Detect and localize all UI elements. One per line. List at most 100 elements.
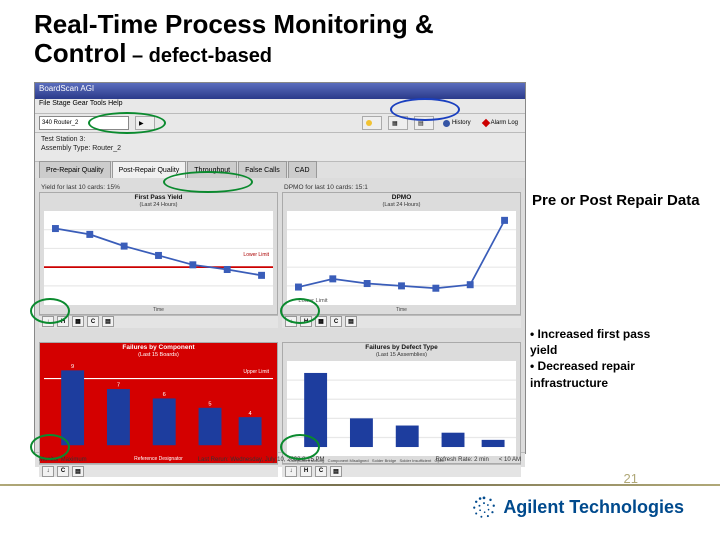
arrow-down-icon[interactable]: ↓ — [285, 316, 297, 327]
chart-subtitle: (Last 15 Assemblies) — [283, 352, 520, 359]
panel-failures-component: Failures by Component (Last 15 Boards) — [39, 332, 278, 478]
chart-subtitle: (Last 15 Boards) — [40, 352, 277, 359]
chart-title: DPMO — [283, 193, 520, 202]
callout-benefits: • Increased first pass yield • Decreased… — [530, 326, 710, 391]
panel-btn-q[interactable]: ▤ — [345, 316, 357, 327]
clock-icon — [443, 120, 450, 127]
panel-first-pass-yield: Yield for last 10 cards: 15% First Pass … — [39, 182, 278, 328]
chart-title: Failures by Defect Type — [283, 343, 520, 352]
lower-limit-label: Lower Limit — [243, 252, 269, 258]
alarm-log-button[interactable]: Alarm Log — [480, 117, 521, 129]
chart-plot — [287, 361, 516, 457]
info-line: Test Station 3: — [41, 135, 519, 144]
panel-footer: ↓ C ▤ — [39, 464, 278, 477]
panel-footer: ↓ H C ▤ — [282, 464, 521, 477]
agilent-starburst-icon — [471, 494, 497, 520]
panel-btn-q[interactable]: ▤ — [72, 466, 84, 477]
benefit-line: infrastructure — [530, 375, 710, 391]
svg-text:4: 4 — [249, 411, 253, 417]
title-sub: – defect-based — [126, 45, 272, 67]
toolbar-button[interactable]: ▶ — [135, 116, 155, 130]
panel-btn-h[interactable]: H — [300, 466, 312, 477]
panel-titlebar: DPMO for last 10 cards: 15:1 — [282, 182, 521, 192]
arrow-down-icon[interactable]: ↓ — [285, 466, 297, 477]
benefit-line: • Increased first pass — [530, 326, 710, 342]
panel-btn-q[interactable]: ▤ — [102, 316, 114, 327]
tab-pre-repair[interactable]: Pre-Repair Quality — [39, 161, 111, 178]
combo-value: 340 Router_2 — [42, 120, 78, 126]
toolbar-button[interactable]: ▤ — [414, 116, 434, 130]
svg-text:5: 5 — [208, 401, 211, 407]
history-label: History — [452, 120, 471, 126]
app-toolbar: 340 Router_2 ▶ ▦ ▤ History Alarm Log — [35, 114, 525, 133]
arrow-down-icon[interactable]: ↓ — [42, 466, 54, 477]
chart-area: Failures by Component (Last 15 Boards) — [39, 342, 278, 465]
chart-plot: Lower Limit — [44, 211, 273, 305]
upper-limit-label: Upper Limit — [243, 369, 269, 375]
slide-title: Real-Time Process Monitoring & Control –… — [34, 10, 514, 67]
panel-footer: ↓ H ▦ C ▤ — [282, 315, 521, 328]
chart-plot: 9 7 6 5 4 Upper Limit — [44, 361, 273, 455]
svg-text:7: 7 — [117, 383, 120, 389]
alarm-icon — [481, 119, 489, 127]
chart-grid: Yield for last 10 cards: 15% First Pass … — [35, 178, 525, 452]
panel-btn-c[interactable]: C — [330, 316, 342, 327]
status-right: Refresh Rate: 2 min — [435, 457, 488, 463]
chart-title: First Pass Yield — [40, 193, 277, 202]
chart-area: DPMO (Last 24 Hours) — [282, 192, 521, 315]
panel-btn-h[interactable]: H — [300, 316, 312, 327]
panel-titlebar: Yield for last 10 cards: 15% — [39, 182, 278, 192]
tab-false-calls[interactable]: False Calls — [238, 161, 287, 178]
status-far: < 10 AM — [499, 457, 521, 463]
slide: Real-Time Process Monitoring & Control –… — [0, 0, 720, 540]
panel-btn-q[interactable]: ▤ — [330, 466, 342, 477]
arrow-down-icon[interactable]: ↓ — [42, 316, 54, 327]
panel-titlebar — [39, 332, 278, 342]
chart-area: Failures by Defect Type (Last 15 Assembl… — [282, 342, 521, 465]
status-mid: Last Rerun: Wednesday, July 10, 2002 8:1… — [97, 457, 426, 463]
footer-logo: Agilent Technologies — [471, 494, 684, 520]
svg-text:9: 9 — [71, 364, 74, 370]
callout-pre-post: Pre or Post Repair Data — [532, 192, 702, 211]
svg-text:Lower Limit: Lower Limit — [298, 298, 328, 304]
chart-title: Failures by Component — [40, 343, 277, 352]
app-window: BoardScan AGI File Stage Gear Tools Help… — [34, 82, 526, 454]
history-button[interactable]: History — [440, 117, 474, 129]
panel-btn-c[interactable]: C — [315, 466, 327, 477]
tab-throughput[interactable]: Throughput — [187, 161, 237, 178]
chart-xlabel: Time — [283, 307, 520, 314]
toolbar-button[interactable]: ▦ — [388, 116, 408, 130]
assembly-combo[interactable]: 340 Router_2 — [39, 116, 129, 130]
app-titlebar: BoardScan AGI — [35, 83, 525, 99]
panel-btn-r[interactable]: ▦ — [315, 316, 327, 327]
chart-xlabel: Time — [40, 307, 277, 314]
tab-cad[interactable]: CAD — [288, 161, 317, 178]
chart-subtitle: (Last 24 Hours) — [40, 202, 277, 209]
footer-rule — [0, 484, 720, 486]
panel-titlebar — [282, 332, 521, 342]
panel-dpmo: DPMO for last 10 cards: 15:1 DPMO (Last … — [282, 182, 521, 328]
chart-area: First Pass Yield (Last 24 Hours) — [39, 192, 278, 315]
panel-failures-defect-type: Failures by Defect Type (Last 15 Assembl… — [282, 332, 521, 478]
chart-plot: Lower Limit — [287, 211, 516, 305]
panel-btn-r[interactable]: ▦ — [72, 316, 84, 327]
panel-btn-h[interactable]: H — [57, 316, 69, 327]
app-menubar[interactable]: File Stage Gear Tools Help — [35, 99, 525, 114]
panel-stat: DPMO for last 10 cards: 15:1 — [284, 184, 368, 191]
info-area: Test Station 3: Assembly Type: Router_2 — [35, 133, 525, 162]
tab-strip: Pre-Repair Quality Post-Repair Quality T… — [35, 162, 525, 178]
info-line: Assembly Type: Router_2 — [41, 144, 519, 153]
benefit-line: • Decreased repair — [530, 358, 710, 374]
toolbar-button[interactable] — [362, 116, 382, 130]
panel-footer: ↓ H ▦ C ▤ — [39, 315, 278, 328]
chart-subtitle: (Last 24 Hours) — [283, 202, 520, 209]
panel-btn-c[interactable]: C — [87, 316, 99, 327]
panel-stat: Yield for last 10 cards: 15% — [41, 184, 120, 191]
panel-btn-c[interactable]: C — [57, 466, 69, 477]
star-icon — [366, 120, 372, 126]
svg-text:6: 6 — [163, 392, 166, 398]
tab-post-repair[interactable]: Post-Repair Quality — [112, 161, 187, 178]
page-number: 21 — [624, 471, 638, 486]
alarm-label: Alarm Log — [491, 120, 518, 126]
benefit-line: yield — [530, 342, 710, 358]
